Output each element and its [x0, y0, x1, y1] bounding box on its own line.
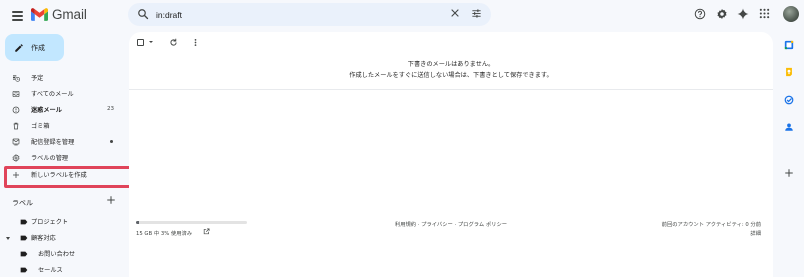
- highlight-annotation: [4, 166, 141, 188]
- nav-item-label: すべてのメール: [31, 91, 74, 98]
- nav-item-label: ラベルの管理: [31, 155, 69, 162]
- spam-count: 23: [107, 106, 114, 112]
- settings-gear-icon[interactable]: [716, 8, 728, 20]
- label-item-sales[interactable]: セールス: [0, 262, 126, 277]
- spam-icon: [12, 106, 20, 114]
- account-avatar[interactable]: [783, 6, 799, 22]
- label-item-project[interactable]: プロジェクト: [0, 214, 126, 230]
- apps-grid-icon[interactable]: [759, 8, 770, 19]
- add-label-icon[interactable]: [106, 195, 116, 205]
- search-input[interactable]: [156, 6, 456, 23]
- nav-item-label: ゴミ箱: [31, 123, 50, 130]
- settings-icon: [12, 154, 20, 162]
- all-mail-icon: [12, 91, 20, 97]
- calendar-icon[interactable]: [784, 40, 794, 50]
- help-icon[interactable]: [694, 8, 706, 20]
- label-item-text: お問い合わせ: [38, 251, 76, 258]
- trash-icon: [13, 122, 19, 130]
- label-item-text: 顧客対応: [31, 235, 56, 242]
- empty-state-title: 下書きのメールはありません。: [407, 61, 495, 68]
- nav-item-label: 迷惑メール: [31, 107, 62, 114]
- divider: [129, 89, 773, 90]
- contacts-icon[interactable]: [784, 122, 794, 132]
- label-tag-icon: [20, 251, 28, 257]
- storage-usage-text: 15 GB 中 3% 使用済み: [136, 231, 193, 237]
- search-icon[interactable]: [137, 8, 149, 20]
- gmail-m-icon: [31, 8, 48, 21]
- app-name: Gmail: [52, 7, 87, 22]
- nav-item-manage-labels[interactable]: ラベルの管理: [0, 150, 126, 166]
- last-account-activity: 前回のアカウント アクティビティ: 0 分前: [661, 222, 761, 228]
- nav-item-all-mail[interactable]: すべてのメール: [0, 86, 126, 102]
- nav-item-manage-subscriptions[interactable]: 配信登録を管理: [0, 134, 126, 150]
- add-addon-icon[interactable]: [784, 168, 794, 178]
- details-link[interactable]: 詳細: [750, 229, 761, 237]
- scheduled-icon: [13, 75, 20, 82]
- clear-search-icon[interactable]: [450, 8, 460, 18]
- label-tag-icon: [20, 267, 28, 273]
- select-dropdown-icon[interactable]: [149, 41, 153, 43]
- refresh-icon[interactable]: [169, 38, 178, 47]
- manage-subscriptions-icon: [12, 138, 20, 146]
- top-bar: Gmail: [0, 0, 804, 32]
- compose-button[interactable]: 作成: [5, 34, 64, 61]
- nav-item-spam[interactable]: 迷惑メール 23: [0, 102, 126, 118]
- compose-label: 作成: [31, 43, 45, 52]
- gmail-logo[interactable]: Gmail: [31, 7, 87, 22]
- tasks-icon[interactable]: [784, 95, 794, 105]
- main-panel: 下書きのメールはありません。 作成したメールをすぐに送信しない場合は、下書きとし…: [129, 32, 773, 277]
- external-link-icon[interactable]: [203, 228, 210, 235]
- main-menu-button[interactable]: [8, 7, 26, 25]
- nav-item-scheduled[interactable]: 予定: [0, 70, 126, 86]
- label-item-inquiries[interactable]: お問い合わせ: [0, 246, 126, 262]
- more-options-icon[interactable]: [191, 38, 200, 47]
- labels-heading: ラベル: [12, 199, 33, 207]
- gemini-sparkle-icon[interactable]: [737, 8, 749, 20]
- select-all-checkbox[interactable]: [137, 39, 144, 46]
- nav-item-label: 予定: [31, 75, 44, 82]
- keep-icon[interactable]: [784, 67, 794, 77]
- empty-state-description: 作成したメールをすぐに送信しない場合は、下書きとして保存できます。: [349, 72, 553, 79]
- pencil-icon: [15, 43, 23, 52]
- expand-caret-icon[interactable]: [6, 237, 10, 240]
- label-item-text: セールス: [38, 267, 63, 274]
- notification-dot: [110, 140, 113, 143]
- search-options-icon[interactable]: [471, 8, 482, 19]
- label-tag-icon: [20, 235, 28, 241]
- label-item-text: プロジェクト: [31, 219, 69, 226]
- nav-item-label: 配信登録を管理: [31, 139, 75, 146]
- label-tag-icon: [20, 219, 28, 225]
- label-item-customer-support[interactable]: 顧客対応: [0, 230, 126, 246]
- search-bar[interactable]: [128, 3, 491, 26]
- nav-item-trash[interactable]: ゴミ箱: [0, 118, 126, 134]
